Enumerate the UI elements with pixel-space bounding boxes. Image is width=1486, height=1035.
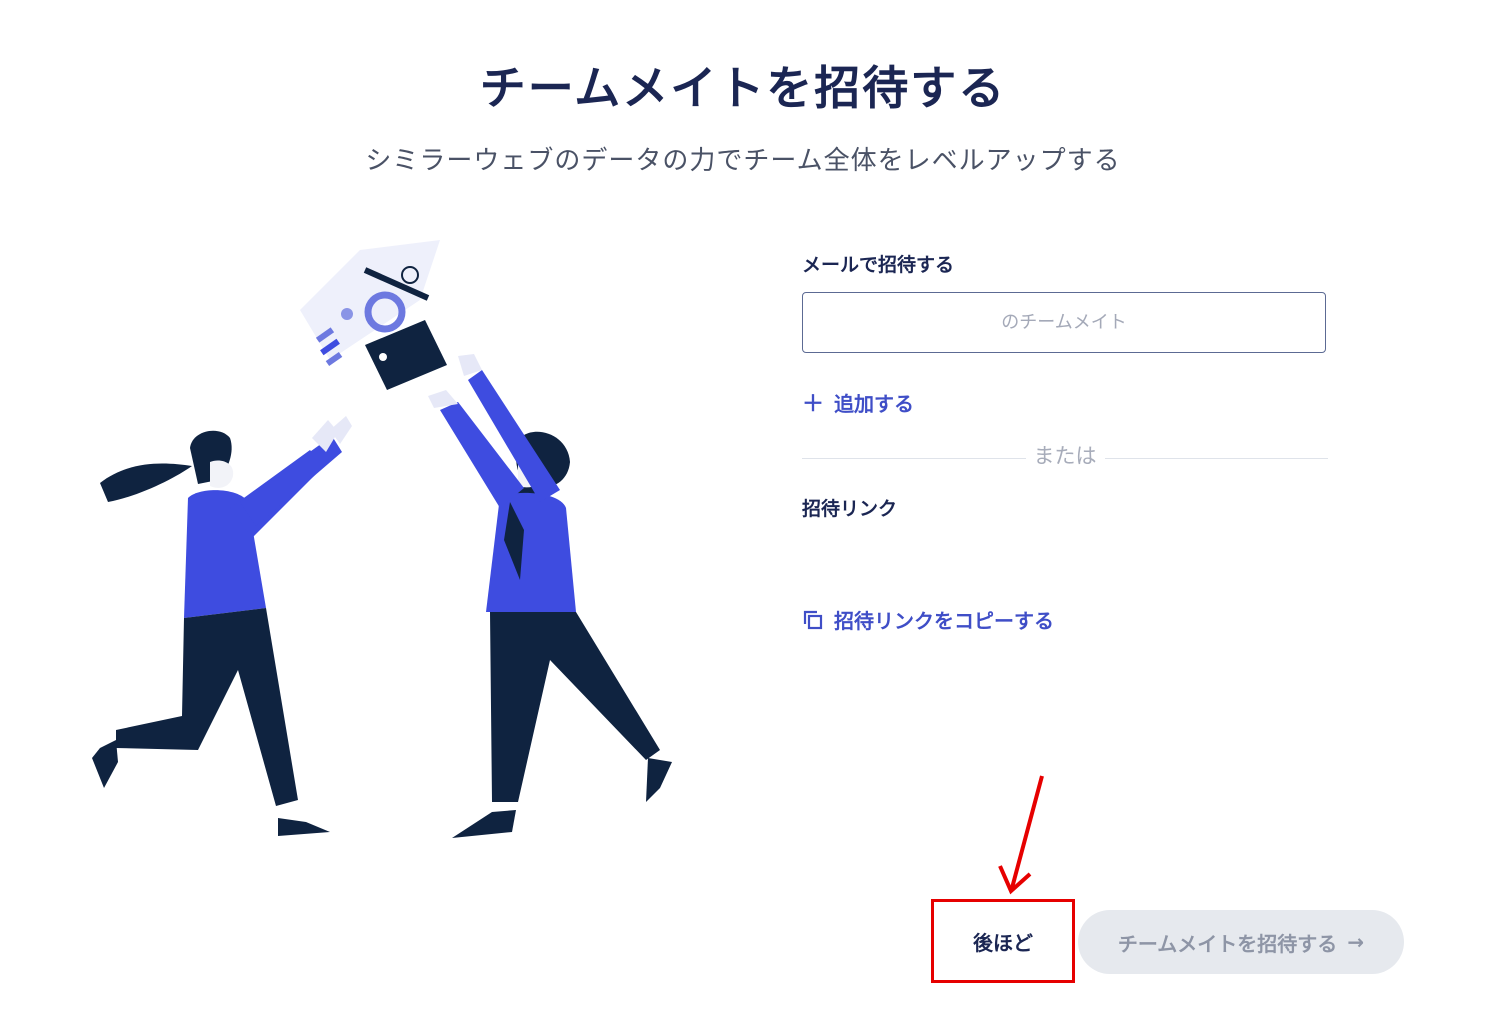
annotation-arrow-icon bbox=[998, 775, 1044, 895]
plus-icon: ＋ bbox=[802, 392, 825, 417]
email-input[interactable] bbox=[802, 292, 1326, 353]
copy-icon bbox=[803, 610, 823, 629]
later-button[interactable]: 後ほど bbox=[931, 899, 1075, 983]
arrow-right-icon: → bbox=[1347, 930, 1365, 954]
woman-figure bbox=[92, 416, 352, 836]
invite-teammates-label: チームメイトを招待する bbox=[1117, 931, 1338, 956]
copy-invite-link-button[interactable]: 招待リンクをコピーする bbox=[802, 605, 1054, 634]
email-invite-label: メールで招待する bbox=[802, 254, 955, 276]
page-title: チームメイトを招待する bbox=[479, 61, 1007, 115]
man-figure bbox=[428, 354, 672, 838]
invite-link-label: 招待リンク bbox=[802, 498, 898, 520]
or-divider: または bbox=[802, 440, 1328, 470]
copy-invite-link-label: 招待リンクをコピーする bbox=[834, 609, 1054, 633]
invite-teammates-button[interactable]: チームメイトを招待する → bbox=[1078, 910, 1404, 974]
invite-form: メールで招待する ＋ 追加する または 招待リンク 招待リンクをコピーする bbox=[802, 250, 1328, 633]
gift-card-illustration bbox=[300, 240, 447, 390]
team-illustration bbox=[92, 240, 672, 838]
page-subtitle: シミラーウェブのデータの力でチーム全体をレベルアップする bbox=[365, 146, 1121, 176]
or-divider-text: または bbox=[1025, 444, 1105, 468]
add-email-button[interactable]: ＋ 追加する bbox=[802, 386, 914, 418]
add-email-label: 追加する bbox=[834, 391, 915, 416]
